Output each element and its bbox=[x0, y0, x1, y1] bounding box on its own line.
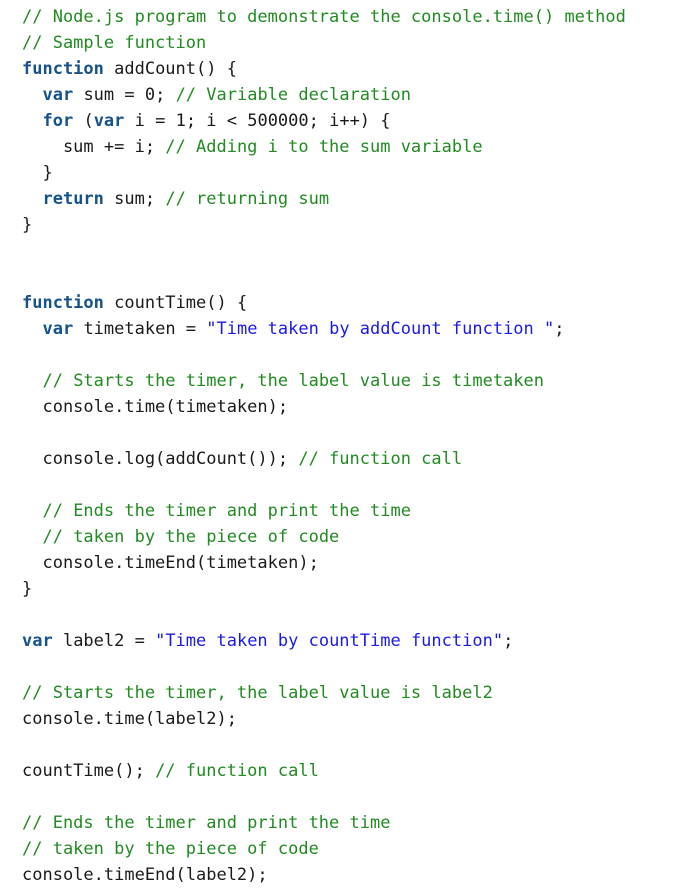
code-listing: // Node.js program to demonstrate the co… bbox=[0, 0, 674, 888]
code-line: console.log(addCount()); // function cal… bbox=[22, 446, 674, 472]
code-line: console.time(label2); bbox=[22, 706, 674, 732]
code-token-string: "Time taken by countTime function" bbox=[155, 631, 504, 651]
code-line: function addCount() { bbox=[22, 56, 674, 82]
code-token-comment: // taken by the piece of code bbox=[42, 527, 340, 547]
code-token-comment: // Sample function bbox=[22, 33, 207, 53]
code-line: function countTime() { bbox=[22, 290, 674, 316]
code-line: sum += i; // Adding i to the sum variabl… bbox=[22, 134, 674, 160]
code-token-comment: // taken by the piece of code bbox=[22, 839, 319, 859]
code-token-comment: // Ends the timer and print the time bbox=[42, 501, 411, 521]
code-token-comment: // function call bbox=[298, 449, 463, 469]
code-token-plain: countTime(); bbox=[22, 761, 156, 781]
code-token-keyword: function bbox=[22, 293, 104, 313]
code-token-keyword: var bbox=[42, 85, 74, 105]
code-token-plain: console.timeEnd(label2); bbox=[22, 865, 268, 885]
code-token-plain: label2 = bbox=[52, 631, 156, 651]
code-line: countTime(); // function call bbox=[22, 758, 674, 784]
code-line: // Ends the timer and print the time bbox=[22, 498, 674, 524]
code-line: // taken by the piece of code bbox=[22, 524, 674, 550]
code-token-keyword: return bbox=[42, 189, 104, 209]
code-line: } bbox=[22, 160, 674, 186]
code-token-comment: // Ends the timer and print the time bbox=[22, 813, 391, 833]
code-line: for (var i = 1; i < 500000; i++) { bbox=[22, 108, 674, 134]
code-line: // taken by the piece of code bbox=[22, 836, 674, 862]
code-line: var sum = 0; // Variable declaration bbox=[22, 82, 674, 108]
code-line: return sum; // returning sum bbox=[22, 186, 674, 212]
code-line: console.time(timetaken); bbox=[22, 394, 674, 420]
code-token-plain: timetaken = bbox=[73, 319, 207, 339]
code-line: var timetaken = "Time taken by addCount … bbox=[22, 316, 674, 342]
code-token-plain: countTime() { bbox=[103, 293, 248, 313]
code-token-keyword: var bbox=[42, 319, 74, 339]
code-token-comment: // Node.js program to demonstrate the co… bbox=[22, 7, 626, 27]
code-token-plain: ; bbox=[503, 631, 514, 651]
code-token-plain: sum = 0; bbox=[73, 85, 176, 105]
code-line: } bbox=[22, 212, 674, 238]
code-token-keyword: function bbox=[22, 59, 104, 79]
code-token-plain: console.time(timetaken); bbox=[22, 397, 289, 417]
code-token-plain: } bbox=[22, 579, 33, 599]
code-token-plain: sum; bbox=[103, 189, 166, 209]
code-token-plain: } bbox=[22, 163, 53, 183]
code-token-plain: console.log(addCount()); bbox=[22, 449, 299, 469]
code-token-string: "Time taken by addCount function " bbox=[206, 319, 555, 339]
code-token-plain: console.timeEnd(timetaken); bbox=[22, 553, 319, 573]
code-line: // Starts the timer, the label value is … bbox=[22, 368, 674, 394]
code-token-plain: i = 1; i < 500000; i++) { bbox=[124, 111, 391, 131]
code-token-comment: // Adding i to the sum variable bbox=[165, 137, 483, 157]
code-line: } bbox=[22, 576, 674, 602]
code-token-keyword: var bbox=[93, 111, 125, 131]
code-token-plain: addCount() { bbox=[103, 59, 237, 79]
code-line: // Node.js program to demonstrate the co… bbox=[22, 4, 674, 30]
code-token-plain: console.time(label2); bbox=[22, 709, 237, 729]
code-token-comment: // function call bbox=[155, 761, 319, 781]
code-line: // Starts the timer, the label value is … bbox=[22, 680, 674, 706]
code-token-comment: // Starts the timer, the label value is … bbox=[42, 371, 544, 391]
code-token-plain: sum += i; bbox=[22, 137, 166, 157]
code-line: console.timeEnd(label2); bbox=[22, 862, 674, 888]
code-token-keyword: var bbox=[22, 631, 53, 651]
code-line: var label2 = "Time taken by countTime fu… bbox=[22, 628, 674, 654]
code-token-keyword: for bbox=[42, 111, 74, 131]
code-line: console.timeEnd(timetaken); bbox=[22, 550, 674, 576]
code-token-comment: // Variable declaration bbox=[175, 85, 411, 105]
code-token-plain: } bbox=[22, 215, 33, 235]
code-token-comment: // Starts the timer, the label value is … bbox=[22, 683, 493, 703]
code-line: // Ends the timer and print the time bbox=[22, 810, 674, 836]
code-token-plain: ( bbox=[73, 111, 94, 131]
code-token-plain: ; bbox=[554, 319, 565, 339]
code-token-comment: // returning sum bbox=[165, 189, 330, 209]
code-line: // Sample function bbox=[22, 30, 674, 56]
